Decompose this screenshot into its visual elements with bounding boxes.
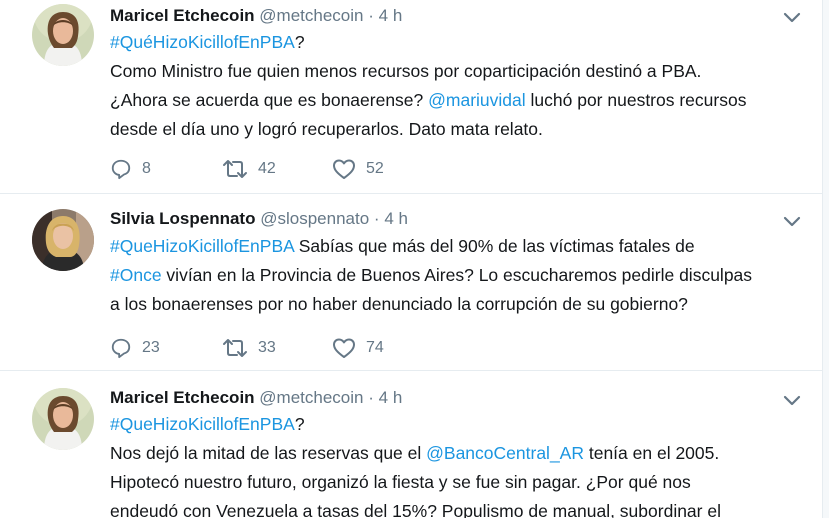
- mention-link[interactable]: @BancoCentral_AR: [426, 443, 584, 463]
- hashtag-link[interactable]: #QueHizoKicillofEnPBA: [110, 414, 295, 434]
- retweet-icon: [223, 339, 247, 357]
- tweet-text-segment: a los bonaerenses por no haber denunciad…: [110, 294, 688, 314]
- separator-dot: ·: [368, 6, 374, 25]
- avatar[interactable]: [32, 4, 94, 66]
- tweet-text-line: endeudó con Venezuela a tasas del 15%? P…: [110, 497, 800, 518]
- tweet-text-segment: ¿Ahora se acuerda que es bonaerense?: [110, 90, 429, 110]
- chevron-down-icon[interactable]: [783, 395, 801, 407]
- tweet-text-line: ¿Ahora se acuerda que es bonaerense? @ma…: [110, 86, 800, 115]
- tweet-text-line: #QueHizoKicillofEnPBA?: [110, 410, 800, 439]
- tweet-text-line: #QueHizoKicillofEnPBA Sabías que más del…: [110, 232, 800, 261]
- tweet-text-line: desde el día uno y logró recuperarlos. D…: [110, 115, 800, 144]
- retweet-count: 42: [258, 160, 276, 177]
- retweet-count: 33: [258, 339, 276, 356]
- reply-icon: [111, 159, 131, 180]
- author-name[interactable]: Maricel Etchecoin: [110, 6, 255, 25]
- tweet-header: Maricel Etchecoin @metchecoin · 4 h: [110, 5, 402, 27]
- author-handle[interactable]: @metchecoin: [259, 388, 363, 407]
- tweet[interactable]: Maricel Etchecoin @metchecoin · 4 h #Qué…: [0, 0, 829, 193]
- tweet-text-segment: luchó por nuestros recursos: [525, 90, 747, 110]
- tweet-actions: 8 42 52: [110, 157, 442, 181]
- tweet-text-line: #QuéHizoKicillofEnPBA?: [110, 28, 800, 57]
- tweet-text-line: #Once vivían en la Provincia de Buenos A…: [110, 261, 800, 290]
- reply-button[interactable]: 8: [110, 158, 222, 180]
- tweet-timestamp[interactable]: 4 h: [379, 6, 403, 25]
- author-name[interactable]: Maricel Etchecoin: [110, 388, 255, 407]
- retweet-button[interactable]: 33: [222, 337, 332, 359]
- tweet-text-line: Hipotecó nuestro futuro, organizó la fie…: [110, 468, 800, 497]
- tweet-text-line: Nos dejó la mitad de las reservas que el…: [110, 439, 800, 468]
- tweet-text-line: Como Ministro fue quien menos recursos p…: [110, 57, 800, 86]
- tweet-text-line: a los bonaerenses por no haber denunciad…: [110, 290, 800, 319]
- tweet-actions: 23 33 74: [110, 336, 442, 360]
- reply-button[interactable]: 23: [110, 337, 222, 359]
- chevron-down-icon[interactable]: [783, 216, 801, 228]
- tweet-text-segment: Nos dejó la mitad de las reservas que el: [110, 443, 427, 463]
- like-button[interactable]: 52: [332, 158, 442, 180]
- avatar[interactable]: [32, 388, 94, 450]
- retweet-icon: [223, 160, 247, 178]
- reply-count: 8: [142, 160, 151, 177]
- like-count: 52: [366, 160, 384, 177]
- retweet-button[interactable]: 42: [222, 158, 332, 180]
- mention-link[interactable]: @mariuvidal: [428, 90, 526, 110]
- tweet-text: #QuéHizoKicillofEnPBA? Como Ministro fue …: [110, 28, 800, 144]
- tweet-text: #QueHizoKicillofEnPBA Sabías que más del…: [110, 232, 800, 319]
- hashtag-link[interactable]: #QuéHizoKicillofEnPBA: [110, 32, 295, 52]
- tweet-text-segment: endeudó con Venezuela a tasas del 15%? P…: [110, 501, 721, 518]
- scrollbar-track[interactable]: [822, 0, 829, 518]
- like-count: 74: [366, 339, 384, 356]
- avatar[interactable]: [32, 209, 94, 271]
- reply-icon: [111, 338, 131, 359]
- tweet-text-segment: tenía en el 2005.: [583, 443, 720, 463]
- heart-icon: [333, 338, 355, 358]
- author-handle[interactable]: @metchecoin: [259, 6, 363, 25]
- hashtag-link[interactable]: #QueHizoKicillofEnPBA: [110, 236, 294, 256]
- heart-icon: [333, 159, 355, 179]
- tweet[interactable]: Silvia Lospennato @slospennato · 4 h #Qu…: [0, 194, 829, 370]
- tweet-header: Maricel Etchecoin @metchecoin · 4 h: [110, 387, 402, 409]
- reply-count: 23: [142, 339, 160, 356]
- author-name[interactable]: Silvia Lospennato: [110, 209, 255, 228]
- tweet-timestamp[interactable]: 4 h: [379, 388, 403, 407]
- tweet-text-segment: vivían en la Provincia de Buenos Aires? …: [161, 265, 753, 285]
- tweet[interactable]: Maricel Etchecoin @metchecoin · 4 h #Que…: [0, 371, 829, 518]
- hashtag-link[interactable]: #Once: [110, 265, 162, 285]
- tweet-text-segment: Hipotecó nuestro futuro, organizó la fie…: [110, 472, 691, 492]
- separator-dot: ·: [368, 388, 374, 407]
- tweet-text-segment: desde el día uno y logró recuperarlos. D…: [110, 119, 543, 139]
- tweet-timeline: Maricel Etchecoin @metchecoin · 4 h #Qué…: [0, 0, 829, 518]
- like-button[interactable]: 74: [332, 337, 442, 359]
- tweet-text-segment: ?: [294, 32, 305, 52]
- tweet-text-segment: Como Ministro fue quien menos recursos p…: [110, 61, 702, 81]
- tweet-text-segment: Sabías que más del 90% de las víctimas f…: [293, 236, 695, 256]
- separator-dot: ·: [373, 209, 380, 228]
- tweet-text: #QueHizoKicillofEnPBA? Nos dejó la mitad …: [110, 410, 800, 518]
- author-handle[interactable]: @slospennato: [260, 209, 369, 228]
- chevron-down-icon[interactable]: [783, 12, 801, 24]
- tweet-text-segment: ?: [294, 414, 305, 434]
- tweet-timestamp[interactable]: 4 h: [384, 209, 408, 228]
- tweet-header: Silvia Lospennato @slospennato · 4 h: [110, 208, 408, 230]
